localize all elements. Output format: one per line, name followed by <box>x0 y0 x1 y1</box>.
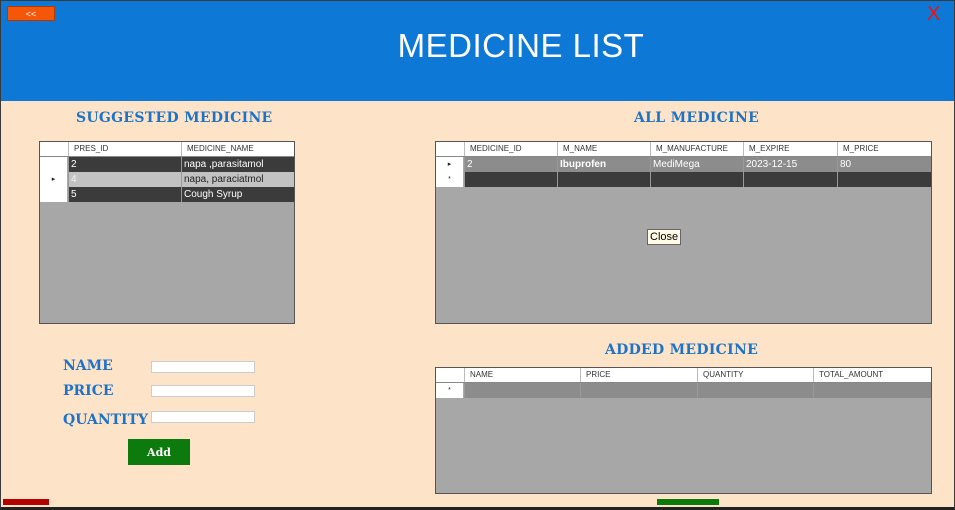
red-status-bar <box>3 499 49 505</box>
column-header[interactable]: NAME <box>464 368 580 382</box>
column-header[interactable]: TOTAL_AMOUNT <box>813 368 931 382</box>
back-button[interactable]: << <box>7 6 55 21</box>
table-row[interactable]: * <box>436 383 931 398</box>
table-cell[interactable] <box>464 172 557 187</box>
quantity-label: QUANTITY <box>63 412 149 428</box>
added-medicine-grid[interactable]: NAME PRICE QUANTITY TOTAL_AMOUNT * <box>435 367 932 494</box>
name-label: NAME <box>63 358 113 374</box>
table-cell[interactable]: 2 <box>464 157 557 172</box>
table-cell[interactable]: napa ,parasitamol <box>181 157 294 172</box>
table-cell[interactable] <box>580 383 697 398</box>
grid-header: NAME PRICE QUANTITY TOTAL_AMOUNT <box>436 368 931 383</box>
table-cell[interactable]: Cough Syrup <box>181 187 294 202</box>
price-label: PRICE <box>63 383 114 399</box>
table-cell[interactable]: 5 <box>68 187 181 202</box>
table-cell[interactable] <box>650 172 743 187</box>
table-cell[interactable]: 80 <box>837 157 931 172</box>
table-cell[interactable] <box>837 172 931 187</box>
table-cell[interactable] <box>557 172 650 187</box>
all-medicine-title: ALL MEDICINE <box>634 110 760 126</box>
table-cell[interactable]: 2 <box>68 157 181 172</box>
row-header-marker[interactable]: * <box>436 383 464 398</box>
row-header-marker[interactable] <box>40 157 68 172</box>
table-row[interactable]: 5 Cough Syrup <box>40 187 294 202</box>
grid-header: PRES_ID MEDICINE_NAME <box>40 142 294 157</box>
column-header[interactable]: PRES_ID <box>68 142 181 156</box>
table-cell[interactable] <box>813 383 931 398</box>
column-header[interactable]: PRICE <box>580 368 697 382</box>
table-cell[interactable]: 2023-12-15 <box>743 157 837 172</box>
column-header[interactable]: M_EXPIRE <box>743 142 837 156</box>
row-header-marker[interactable]: ▸ <box>40 172 68 187</box>
column-header[interactable]: M_PRICE <box>837 142 931 156</box>
suggested-medicine-title: SUGGESTED MEDICINE <box>76 110 273 126</box>
price-input[interactable] <box>151 385 255 397</box>
table-row[interactable]: 2 napa ,parasitamol <box>40 157 294 172</box>
table-cell[interactable]: 4 <box>68 172 181 187</box>
row-header-marker[interactable] <box>40 187 68 202</box>
close-tooltip: Close <box>647 229 682 245</box>
close-icon[interactable]: X <box>927 3 940 25</box>
table-cell[interactable]: MediMega <box>650 157 743 172</box>
add-button[interactable]: Add <box>128 439 190 465</box>
header-bar: << MEDICINE LIST X <box>1 1 954 101</box>
row-header-marker[interactable]: * <box>436 172 464 187</box>
app-window: << MEDICINE LIST X SUGGESTED MEDICINE PR… <box>0 0 955 510</box>
table-row[interactable]: ▸ 4 napa, paraciatmol <box>40 172 294 187</box>
added-medicine-title: ADDED MEDICINE <box>605 342 759 358</box>
grid-header: MEDICINE_ID M_NAME M_MANUFACTURE M_EXPIRE M_… <box>436 142 931 157</box>
column-header[interactable]: MEDICINE_ID <box>464 142 557 156</box>
column-header[interactable]: M_MANUFACTURE <box>650 142 743 156</box>
table-row[interactable]: ▸ 2 Ibuprofen MediMega 2023-12-15 80 <box>436 157 931 172</box>
green-status-bar <box>657 499 719 505</box>
all-medicine-grid[interactable]: MEDICINE_ID M_NAME M_MANUFACTURE M_EXPIRE M_… <box>435 141 932 324</box>
table-row[interactable]: * <box>436 172 931 187</box>
table-cell[interactable] <box>464 383 580 398</box>
table-cell[interactable] <box>697 383 813 398</box>
column-header[interactable]: MEDICINE_NAME <box>181 142 294 156</box>
table-cell[interactable]: Ibuprofen <box>557 157 650 172</box>
table-cell[interactable]: napa, paraciatmol <box>181 172 294 187</box>
table-cell[interactable] <box>743 172 837 187</box>
name-input[interactable] <box>151 361 255 373</box>
page-title: MEDICINE LIST <box>397 27 645 64</box>
column-header[interactable]: M_NAME <box>557 142 650 156</box>
quantity-input[interactable] <box>151 411 255 423</box>
row-header-marker[interactable]: ▸ <box>436 157 464 172</box>
suggested-medicine-grid[interactable]: PRES_ID MEDICINE_NAME 2 napa ,parasitamol ▸ 4… <box>39 141 295 324</box>
column-header[interactable]: QUANTITY <box>697 368 813 382</box>
